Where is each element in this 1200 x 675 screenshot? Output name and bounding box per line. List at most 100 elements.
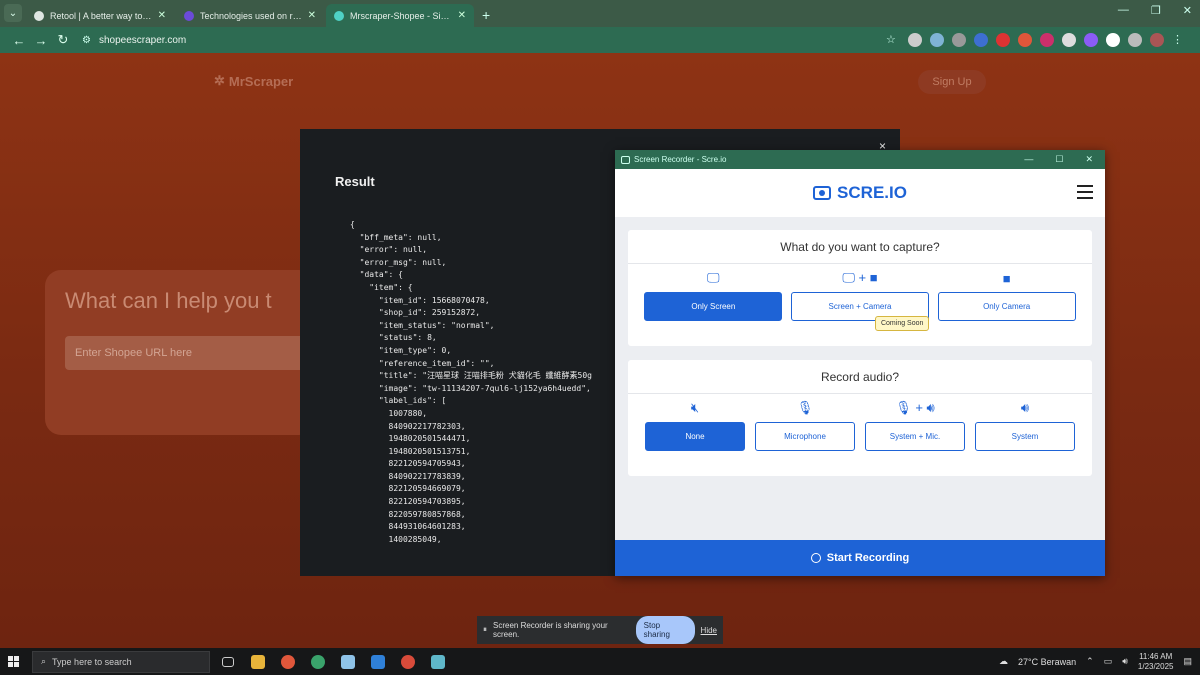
extension-icon[interactable]	[1084, 33, 1098, 47]
extension-icon[interactable]	[996, 33, 1010, 47]
app-icon[interactable]	[306, 648, 330, 675]
close-tab-icon[interactable]: ✕	[308, 10, 316, 21]
json-line: "title": "汪喵星球 汪喵排毛粉 犬貓化毛 纖維酵素50g	[350, 371, 592, 381]
new-tab-icon[interactable]: +	[482, 7, 490, 23]
hamburger-menu-icon[interactable]	[1077, 185, 1093, 203]
hero-card: What can I help you t Enter Shopee URL h…	[45, 270, 315, 435]
notification-icon[interactable]: ▤	[1183, 656, 1192, 667]
weather-text[interactable]: 27°C Berawan	[1018, 657, 1076, 667]
json-line: 822059780857868,	[350, 509, 466, 519]
json-line: 822120594703895,	[350, 497, 466, 507]
recorder-window-title: Screen Recorder - Scre.io	[634, 155, 727, 164]
tray-chevron-icon[interactable]: ⌃	[1086, 656, 1094, 667]
audio-panel: Record audio? 🔇︎ None 🎙︎ Microphone 🎙︎ +…	[628, 360, 1092, 476]
tab-technologies[interactable]: Technologies used on retool.co ✕	[176, 4, 324, 27]
hide-link[interactable]: Hide	[701, 626, 717, 635]
minimize-icon[interactable]: —	[1118, 4, 1129, 17]
coming-soon-tooltip: Coming Soon	[874, 316, 930, 331]
screen-recorder-taskbar-icon[interactable]	[426, 648, 450, 675]
extension-icon[interactable]	[974, 33, 988, 47]
capture-question: What do you want to capture?	[628, 230, 1092, 264]
extension-toolbar: ☆ ⋮	[886, 33, 1186, 47]
json-line: 840902217782303,	[350, 421, 466, 431]
retool-favicon-icon	[34, 10, 44, 21]
bookmark-star-icon[interactable]: ☆	[886, 33, 900, 47]
windows-taskbar: ⌕ Type here to search ☁ 27°C Berawan ⌃ ▭…	[0, 648, 1200, 675]
site-info-icon[interactable]: ⚙	[82, 35, 91, 46]
json-line: "bff_meta": null,	[350, 232, 442, 242]
pause-icon: ⏸	[483, 625, 487, 634]
close-tab-icon[interactable]: ✕	[458, 10, 466, 21]
screio-logo: SCRE.IO	[813, 183, 907, 203]
reload-icon[interactable]: ↻	[52, 32, 74, 48]
audio-none-button[interactable]: None	[645, 422, 745, 451]
maximize-icon[interactable]: ❐	[1151, 4, 1161, 17]
only-screen-button[interactable]: Only Screen	[644, 292, 783, 321]
wappalyzer-favicon-icon	[184, 10, 194, 21]
windows-start-icon[interactable]	[0, 648, 26, 675]
sharing-message: Screen Recorder is sharing your screen.	[493, 621, 608, 639]
json-line: "reference_item_id": "",	[350, 358, 495, 368]
extension-icon[interactable]	[1106, 33, 1120, 47]
tab-title: Retool | A better way to build c	[50, 10, 152, 21]
signup-button[interactable]: Sign Up	[918, 70, 986, 94]
browser-tab-bar: ⌄ Retool | A better way to build c ✕ Tec…	[0, 0, 1200, 27]
file-explorer-icon[interactable]	[246, 648, 270, 675]
extension-icon[interactable]	[1040, 33, 1054, 47]
minimize-icon[interactable]: —	[1024, 154, 1033, 165]
screio-logo-text: SCRE.IO	[837, 183, 907, 202]
maximize-icon[interactable]: ☐	[1055, 154, 1063, 165]
extension-icon[interactable]	[930, 33, 944, 47]
vscode-icon[interactable]	[366, 648, 390, 675]
json-line: 1948020501544471,	[350, 434, 471, 444]
clock[interactable]: 11:46 AM 1/23/2025	[1138, 652, 1174, 672]
capture-option-only-camera: ■ Only Camera	[937, 264, 1076, 321]
only-camera-button[interactable]: Only Camera	[937, 292, 1076, 321]
taskbar-search[interactable]: ⌕ Type here to search	[32, 650, 210, 673]
recorder-app-icon	[621, 155, 630, 164]
app-icon[interactable]	[336, 648, 360, 675]
audio-microphone-button[interactable]: Microphone	[755, 422, 855, 451]
mrscraper-logo-icon: ✲	[214, 73, 225, 88]
extension-icon[interactable]	[908, 33, 922, 47]
close-window-icon[interactable]: ✕	[1085, 154, 1093, 165]
volume-icon[interactable]: 🔊︎	[1122, 656, 1128, 667]
close-window-icon[interactable]: ✕	[1183, 4, 1192, 17]
audio-system-mic-button[interactable]: System + Mic.	[865, 422, 965, 451]
stop-sharing-button[interactable]: Stop sharing	[635, 616, 695, 644]
tab-search-chevron-icon[interactable]: ⌄	[4, 4, 22, 22]
chrome-icon[interactable]	[396, 648, 420, 675]
extension-icon[interactable]	[952, 33, 966, 47]
tab-mrscraper[interactable]: Mrscraper-Shopee - Simplifies ✕	[326, 4, 474, 27]
close-tab-icon[interactable]: ✕	[158, 10, 166, 21]
back-icon[interactable]: ←	[8, 33, 30, 48]
audio-system-button[interactable]: System	[975, 422, 1075, 451]
recorder-titlebar: Screen Recorder - Scre.io — ☐ ✕	[615, 150, 1105, 169]
json-line: "label_ids": [	[350, 396, 447, 406]
extension-icon[interactable]	[1018, 33, 1032, 47]
more-menu-icon[interactable]: ⋮	[1172, 33, 1186, 47]
tab-title: Technologies used on retool.co	[200, 10, 302, 21]
forward-icon[interactable]: →	[30, 33, 52, 48]
system-tray: ☁ 27°C Berawan ⌃ ▭ 🔊︎ 11:46 AM 1/23/2025…	[999, 652, 1200, 672]
json-line: "data": {	[350, 270, 403, 280]
json-line: 822120594669079,	[350, 484, 466, 494]
json-line: "item_status": "normal",	[350, 320, 495, 330]
microphone-icon: 🎙︎	[796, 400, 814, 415]
tab-retool[interactable]: Retool | A better way to build c ✕	[26, 4, 174, 27]
start-recording-button[interactable]: Start Recording	[615, 540, 1105, 576]
brand-logo[interactable]: ✲ MrScraper	[214, 73, 293, 89]
result-json: { "bff_meta": null, "error": null, "erro…	[350, 219, 620, 549]
shopee-url-input[interactable]: Enter Shopee URL here	[65, 336, 315, 370]
network-icon[interactable]: ▭	[1104, 656, 1113, 667]
profile-avatar-icon[interactable]	[1150, 33, 1164, 47]
extension-icon[interactable]	[1062, 33, 1076, 47]
recorder-header: SCRE.IO	[615, 169, 1105, 217]
json-line: "item_id": 15668070478,	[350, 295, 490, 305]
task-view-icon[interactable]	[216, 648, 240, 675]
chrome-icon[interactable]	[276, 648, 300, 675]
audio-option-none: 🔇︎ None	[645, 394, 745, 451]
address-bar: ← → ↻ ⚙ shopeescraper.com ☆ ⋮	[0, 27, 1200, 53]
url-field[interactable]: ⚙ shopeescraper.com	[82, 35, 186, 46]
extensions-puzzle-icon[interactable]	[1128, 33, 1142, 47]
